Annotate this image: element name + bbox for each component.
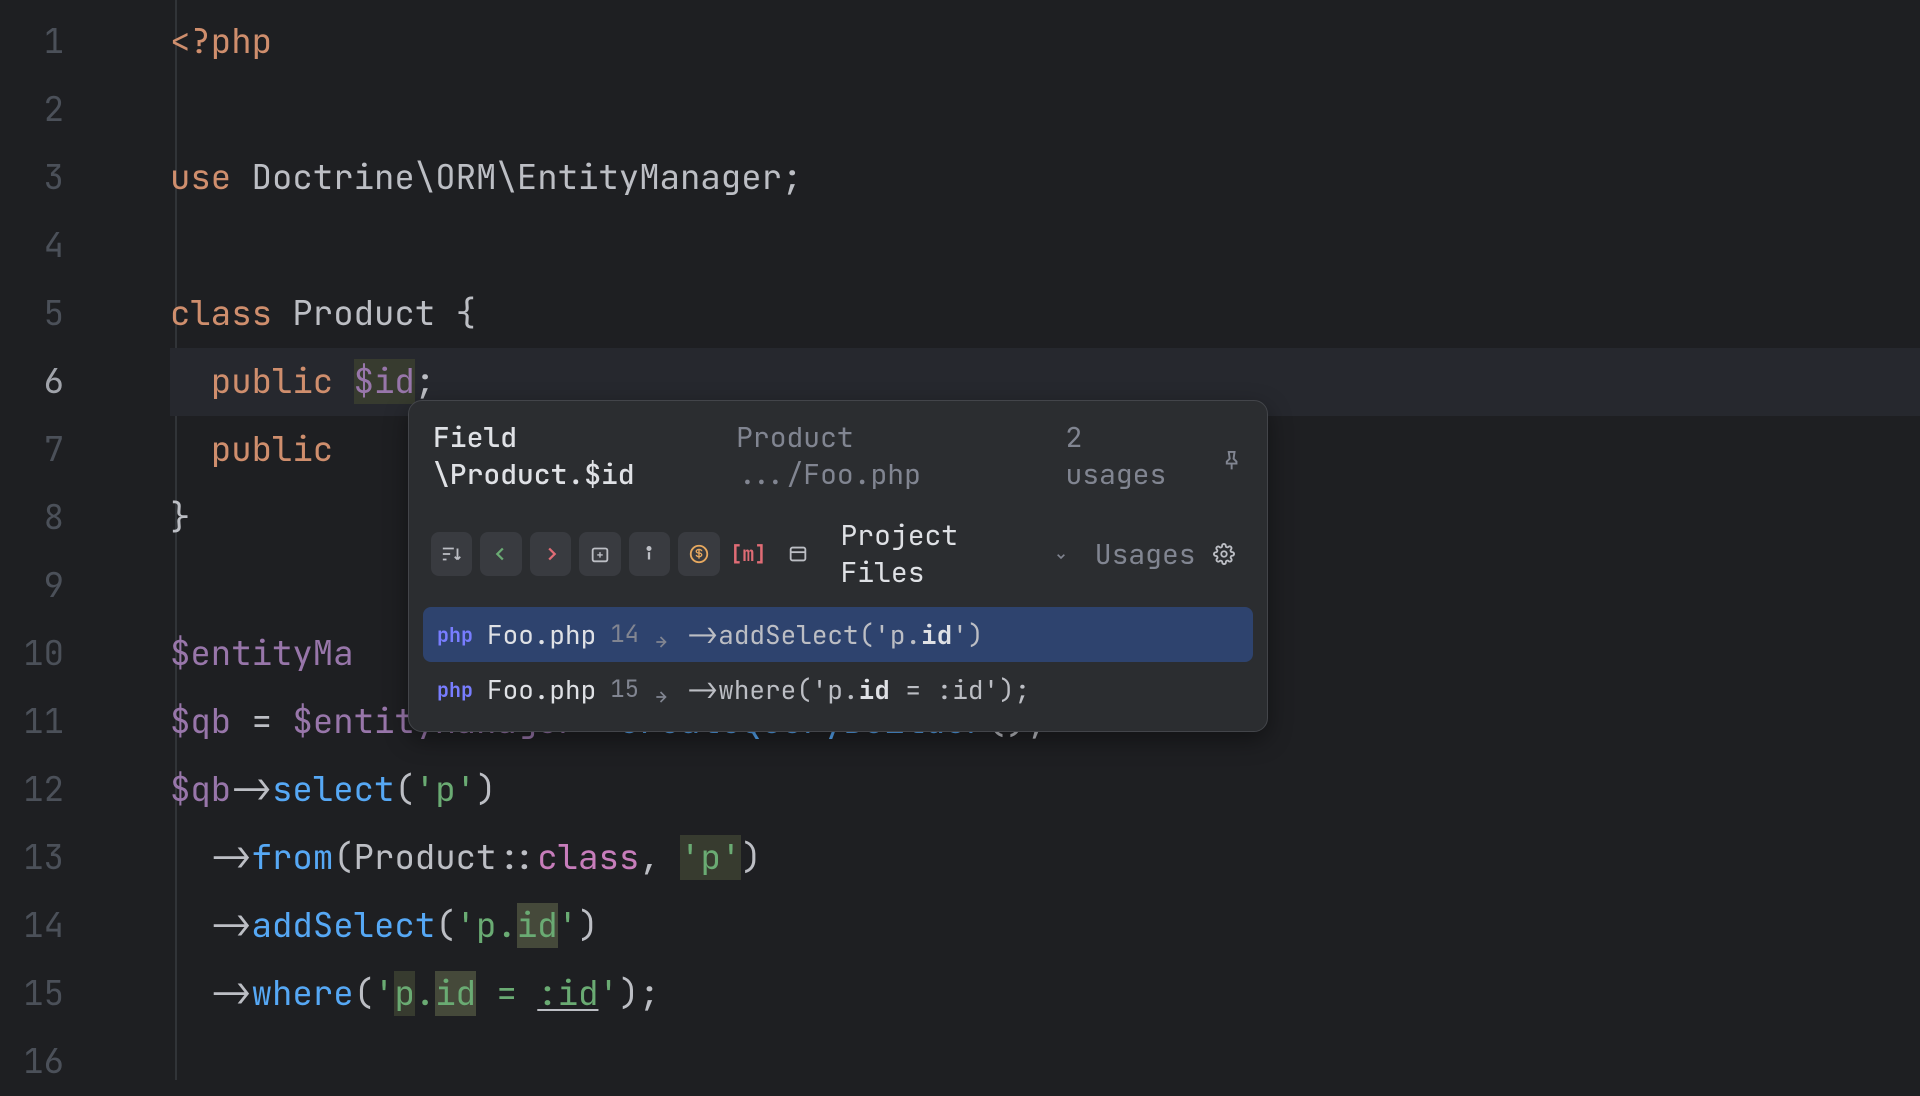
line-number[interactable]: 1 [0,8,108,76]
variable-id: $id [354,359,415,404]
scope-label: Project Files [841,517,1045,591]
code-line[interactable]: <?php [170,8,1920,76]
keyword-use: use [170,155,231,200]
result-filename: Foo.php [487,672,596,707]
scope-dropdown[interactable]: Project Files [841,517,1069,591]
line-number[interactable]: 12 [0,756,108,824]
method-addselect: addSelect [252,903,436,948]
tool-read-icon[interactable] [480,532,521,576]
line-number[interactable]: 11 [0,688,108,756]
navigate-icon [653,625,673,645]
line-number[interactable]: 13 [0,824,108,892]
line-number[interactable]: 7 [0,416,108,484]
tool-method-icon[interactable]: [m] [728,532,769,576]
usage-result-row[interactable]: php Foo.php 15 ->where('p.id = :id'); [423,662,1253,717]
result-line: 14 [610,619,639,650]
class-name: Product [292,291,435,336]
usage-results: php Foo.php 14 ->addSelect('p.id') php F… [409,607,1267,731]
navigate-icon [653,680,673,700]
result-snippet: ->where('p.id = :id'); [687,672,1030,707]
string: 'p' [680,835,741,880]
php-badge-icon: php [437,677,473,703]
line-number[interactable]: 2 [0,76,108,144]
result-snippet: ->addSelect('p.id') [687,617,983,652]
method-from: from [252,835,334,880]
code-line[interactable]: ->from(Product::class, 'p') [170,824,1920,892]
code-line[interactable]: use Doctrine\ORM\EntityManager; [170,144,1920,212]
keyword-public: public [211,427,333,472]
code-line[interactable] [170,1028,1920,1096]
line-gutter: 1 2 3 4 5 6 7 8 9 10 11 12 13 14 15 16 [0,0,110,1080]
variable: $qb [170,767,231,812]
popup-toolbar: [m] Project Files Usages [409,509,1267,607]
tool-import-icon[interactable] [579,532,620,576]
code-line[interactable]: ->where('p.id = :id'); [170,960,1920,1028]
string: 'p.id' [456,903,578,948]
code-line[interactable]: $qb->select('p') [170,756,1920,824]
line-number[interactable]: 15 [0,960,108,1028]
result-line: 15 [610,674,639,705]
tool-preview-icon[interactable] [777,532,818,576]
tool-write-icon[interactable] [530,532,571,576]
code-line[interactable] [170,212,1920,280]
usage-count: 2 usages [1065,419,1195,493]
usage-result-row[interactable]: php Foo.php 14 ->addSelect('p.id') [423,607,1253,662]
class-ref: Product [354,835,497,880]
popup-subtitle: Product .../Foo.php [736,419,1045,493]
find-usages-popup: Field \Product.$id Product .../Foo.php 2… [408,400,1268,732]
variable: $qb [170,699,231,744]
line-number[interactable]: 3 [0,144,108,212]
string: 'p.id = :id' [374,971,619,1016]
code-line[interactable]: class Product { [170,280,1920,348]
method-select: select [272,767,394,812]
php-open-tag: <?php [170,19,272,64]
tool-dollar-icon[interactable] [678,532,719,576]
result-filename: Foo.php [487,617,596,652]
php-badge-icon: php [437,622,473,648]
string: 'p' [415,767,476,812]
popup-header: Field \Product.$id Product .../Foo.php 2… [409,401,1267,509]
line-number[interactable]: 4 [0,212,108,280]
line-number[interactable]: 8 [0,484,108,552]
gear-icon[interactable] [1204,532,1245,576]
namespace: Doctrine\ORM\EntityManager [252,155,782,200]
chevron-down-icon [1053,536,1069,573]
method-where: where [252,971,354,1016]
usages-label: Usages [1095,536,1196,573]
const-class: class [537,835,639,880]
line-number[interactable]: 5 [0,280,108,348]
popup-title: Field \Product.$id [433,419,726,493]
pin-icon[interactable] [1220,444,1243,468]
line-number[interactable]: 9 [0,552,108,620]
line-number[interactable]: 6 [0,348,108,416]
variable: $entityMa [170,631,354,676]
line-number[interactable]: 16 [0,1028,108,1096]
line-number[interactable]: 14 [0,892,108,960]
tool-sort-icon[interactable] [431,532,472,576]
keyword-public: public [211,359,333,404]
line-number[interactable]: 10 [0,620,108,688]
code-line[interactable] [170,76,1920,144]
tool-info-icon[interactable] [629,532,670,576]
keyword-class: class [170,291,272,336]
code-line[interactable]: ->addSelect('p.id') [170,892,1920,960]
